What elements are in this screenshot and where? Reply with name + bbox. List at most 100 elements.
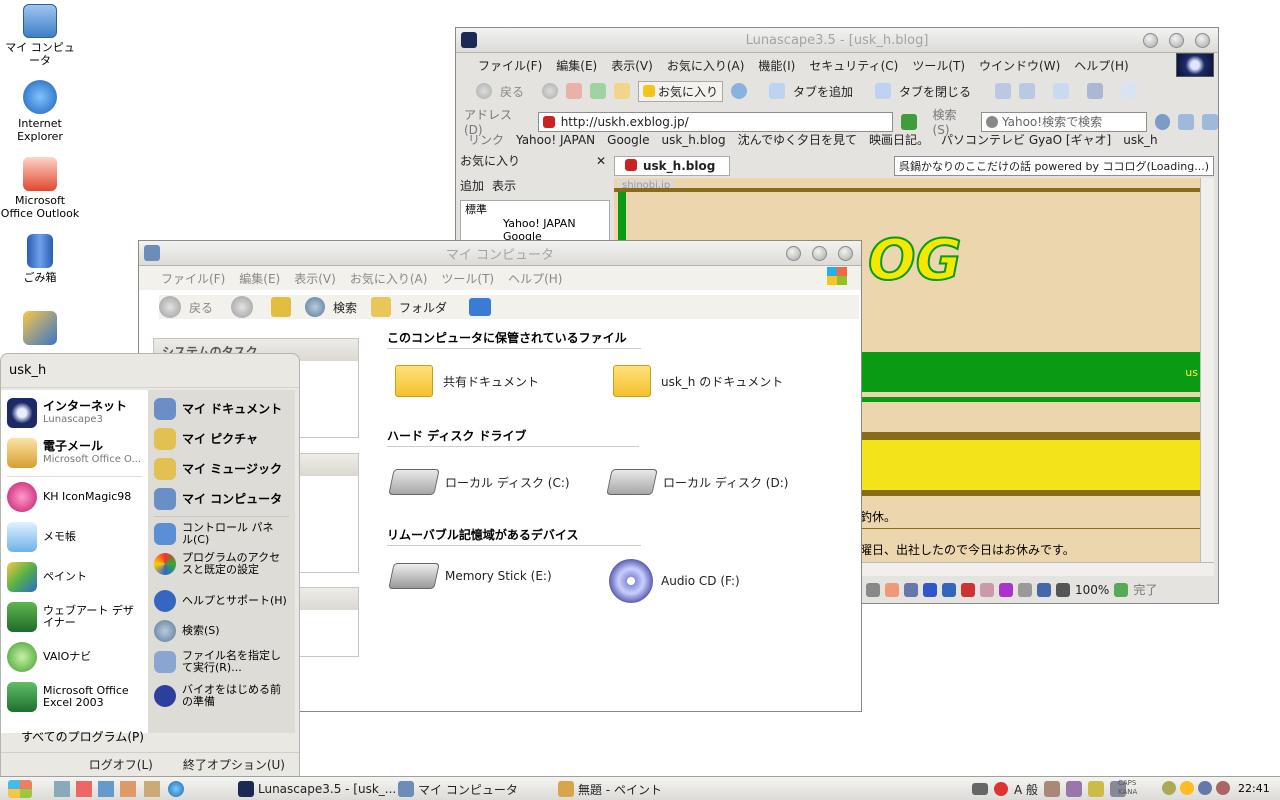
start-program-access[interactable]: プログラムのアクセスと既定の設定 bbox=[154, 552, 284, 576]
logoff-button[interactable]: ログオフ(L) bbox=[89, 756, 153, 773]
eye-icon[interactable] bbox=[1037, 582, 1051, 597]
start-control-panel[interactable]: コントロール パネル(C) bbox=[154, 522, 278, 546]
menu-edit[interactable]: 編集(E) bbox=[239, 270, 280, 287]
start-my-documents[interactable]: マイ ドキュメント bbox=[154, 398, 282, 420]
close-icon[interactable]: ✕ bbox=[596, 154, 606, 168]
search-button[interactable]: 検索 bbox=[333, 299, 357, 316]
desktop-icon-ie[interactable]: Internet Explorer bbox=[0, 80, 80, 143]
device-item[interactable]: Memory Stick (E:) bbox=[388, 563, 552, 589]
vertical-scrollbar[interactable] bbox=[1200, 178, 1214, 562]
folders-icon[interactable] bbox=[371, 297, 392, 317]
desktop-icon-html-tool[interactable] bbox=[0, 311, 80, 348]
menu-view[interactable]: 表示(V) bbox=[294, 270, 336, 287]
start-internet[interactable]: インターネット Lunascape3 bbox=[7, 398, 127, 428]
link-item[interactable]: Google bbox=[607, 133, 649, 147]
tile-icon[interactable] bbox=[1019, 83, 1036, 99]
quicklaunch-icon[interactable] bbox=[120, 781, 136, 797]
ime-bar[interactable]: A 般 bbox=[972, 780, 1127, 798]
search-option-icon[interactable] bbox=[1178, 113, 1195, 130]
desktop-icon-outlook[interactable]: Microsoft Office Outlook bbox=[0, 157, 80, 220]
favorites-item[interactable]: Yahoo! JAPAN bbox=[465, 217, 609, 230]
status-tool-icon[interactable] bbox=[866, 582, 880, 597]
status-tool-icon[interactable] bbox=[999, 582, 1013, 597]
close-button[interactable] bbox=[838, 246, 853, 261]
search-icon[interactable] bbox=[305, 297, 326, 317]
window-icon[interactable] bbox=[1121, 83, 1138, 99]
quicklaunch-icon[interactable] bbox=[76, 781, 92, 797]
mail-icon[interactable] bbox=[1053, 83, 1070, 99]
up-folder-icon[interactable] bbox=[271, 297, 292, 317]
lunascape-titlebar[interactable]: Lunascape3.5 - [usk_h.blog] bbox=[456, 28, 1218, 53]
zoom-level[interactable]: 100% bbox=[1075, 583, 1109, 597]
drive-item[interactable]: ローカル ディスク (C:) bbox=[388, 469, 570, 495]
device-item[interactable]: Audio CD (F:) bbox=[609, 559, 740, 603]
stop-icon[interactable] bbox=[566, 83, 583, 99]
link-item[interactable]: 沈んでゆく夕日を見て bbox=[738, 131, 857, 148]
quicklaunch-icon[interactable] bbox=[98, 781, 114, 797]
home-icon[interactable] bbox=[614, 83, 631, 99]
status-tool-icon[interactable] bbox=[885, 582, 899, 597]
quicklaunch-icon[interactable] bbox=[144, 781, 160, 797]
start-my-music[interactable]: マイ ミュージック bbox=[154, 458, 282, 480]
address-input[interactable]: http://uskh.exblog.jp/ bbox=[537, 111, 893, 132]
speaker-icon[interactable] bbox=[923, 582, 937, 597]
views-icon[interactable] bbox=[469, 298, 492, 316]
menu-tools[interactable]: ツール(T) bbox=[441, 270, 494, 287]
cascade-icon[interactable] bbox=[995, 83, 1012, 99]
menu-favorites[interactable]: お気に入り(A) bbox=[350, 270, 428, 287]
tray-icon[interactable] bbox=[1198, 781, 1212, 795]
refresh-icon[interactable] bbox=[590, 83, 607, 99]
start-program[interactable]: ペイント bbox=[7, 562, 87, 592]
my-computer-titlebar[interactable]: マイ コンピュータ bbox=[139, 241, 861, 266]
taskbar-item-lunascape[interactable]: Lunascape3.5 - [usk_... bbox=[238, 780, 396, 798]
menu-function[interactable]: 機能(I) bbox=[758, 57, 795, 74]
go-arrow-icon[interactable] bbox=[900, 113, 917, 130]
java-icon[interactable] bbox=[961, 582, 975, 597]
drive-item[interactable]: ローカル ディスク (D:) bbox=[606, 469, 788, 495]
menu-help[interactable]: ヘルプ(H) bbox=[1074, 57, 1128, 74]
status-tool-icon[interactable] bbox=[904, 582, 918, 597]
link-item[interactable]: usk_h bbox=[1123, 133, 1157, 147]
favorites-view-button[interactable]: 表示 bbox=[492, 177, 516, 194]
quicklaunch-icon[interactable] bbox=[54, 781, 70, 797]
desktop-icon-recycle-bin[interactable]: ごみ箱 bbox=[0, 234, 80, 284]
tab-usk-h-blog[interactable]: usk_h.blog bbox=[614, 156, 731, 176]
taskbar-item-my-computer[interactable]: マイ コンピュータ bbox=[398, 780, 518, 798]
folder-item[interactable]: 共有ドキュメント bbox=[395, 365, 539, 397]
tray-icon[interactable] bbox=[1216, 781, 1230, 795]
search-window-icon[interactable] bbox=[1202, 113, 1219, 130]
close-tab-label[interactable]: タブを閉じる bbox=[899, 83, 971, 100]
start-program[interactable]: KH IconMagic98 bbox=[7, 482, 131, 512]
favorites-add-button[interactable]: 追加 bbox=[460, 177, 484, 194]
close-button[interactable] bbox=[1195, 33, 1210, 48]
start-run[interactable]: ファイル名を指定して実行(R)... bbox=[154, 650, 284, 674]
link-item[interactable]: パソコンテレビ GyaO [ギャオ] bbox=[941, 131, 1111, 148]
zoom-icon[interactable] bbox=[1056, 582, 1070, 597]
grid-icon[interactable] bbox=[1087, 83, 1104, 99]
start-email[interactable]: 電子メール Microsoft Office O... bbox=[7, 438, 141, 468]
ime-mode[interactable]: A 般 bbox=[1014, 781, 1038, 798]
menu-help[interactable]: ヘルプ(H) bbox=[508, 270, 562, 287]
menu-file[interactable]: ファイル(F) bbox=[478, 57, 542, 74]
back-arrow-icon[interactable] bbox=[476, 83, 492, 99]
maximize-button[interactable] bbox=[812, 246, 827, 261]
tray-icon[interactable] bbox=[1180, 781, 1194, 795]
back-arrow-icon[interactable] bbox=[159, 296, 181, 318]
add-tab-icon[interactable] bbox=[769, 83, 786, 99]
clock[interactable]: 22:41 bbox=[1238, 782, 1270, 795]
magnifier-icon[interactable] bbox=[1154, 113, 1171, 130]
start-my-pictures[interactable]: マイ ピクチャ bbox=[154, 428, 258, 450]
back-label[interactable]: 戻る bbox=[189, 299, 213, 316]
link-item[interactable]: Yahoo! JAPAN bbox=[516, 133, 595, 147]
menu-tools[interactable]: ツール(T) bbox=[912, 57, 965, 74]
horizontal-scrollbar[interactable] bbox=[862, 562, 1214, 576]
all-programs-button[interactable]: すべてのプログラム(P) bbox=[21, 728, 144, 745]
link-item[interactable]: usk_h.blog bbox=[661, 133, 725, 147]
start-search[interactable]: 検索(S) bbox=[154, 620, 220, 642]
globe-icon[interactable] bbox=[168, 781, 184, 797]
shutdown-button[interactable]: 終了オプション(U) bbox=[183, 756, 285, 773]
start-program[interactable]: ウェブアート デザイナー bbox=[7, 602, 143, 632]
search-input[interactable]: Yahoo!検索で検索 bbox=[980, 111, 1147, 132]
minimize-button[interactable] bbox=[786, 246, 801, 261]
menu-view[interactable]: 表示(V) bbox=[611, 57, 653, 74]
